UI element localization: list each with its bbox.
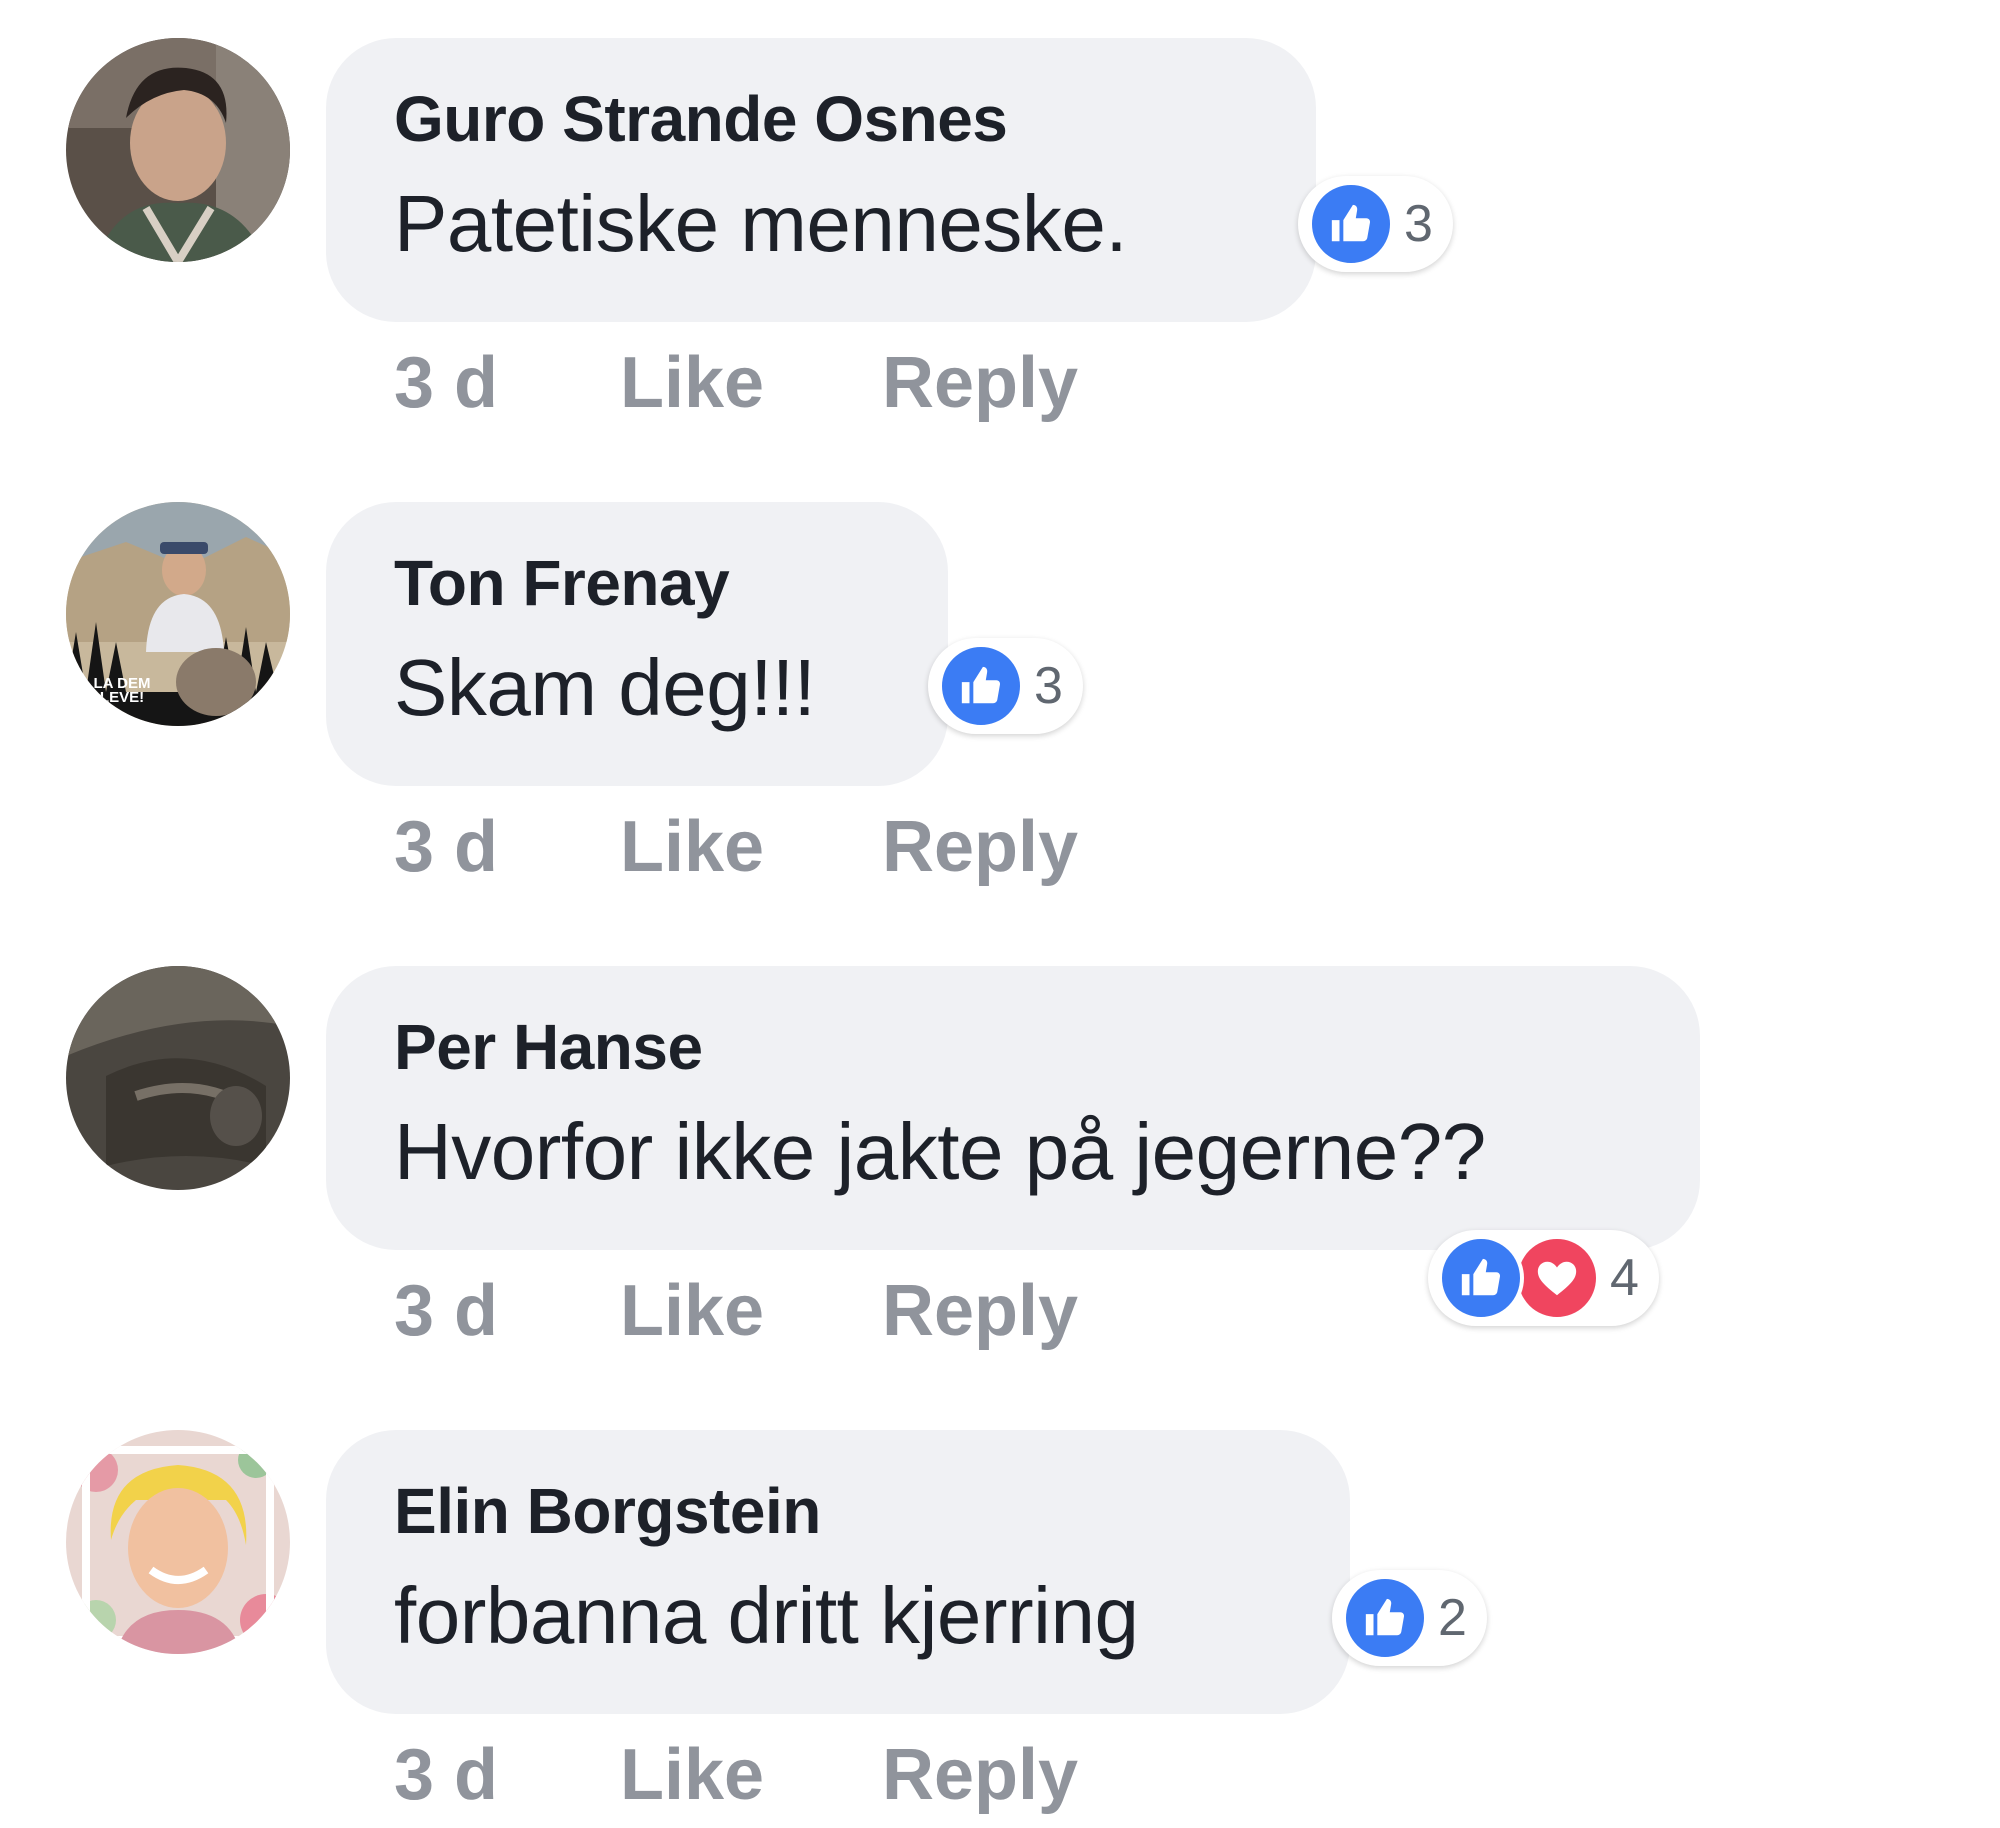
reply-button[interactable]: Reply — [882, 1270, 1078, 1352]
reaction-count: 2 — [1438, 1589, 1467, 1647]
avatar[interactable] — [66, 966, 290, 1190]
svg-text:LEVE!: LEVE! — [100, 689, 144, 706]
like-icon — [938, 643, 1024, 729]
like-icon — [1308, 181, 1394, 267]
avatar[interactable]: LA DEM LEVE! — [66, 502, 290, 726]
comment-timestamp[interactable]: 3 d — [394, 1734, 498, 1816]
comment-text: Hvorfor ikke jakte på jegerne?? — [394, 1107, 1486, 1196]
avatar-photo — [66, 38, 290, 262]
reaction-summary[interactable]: 3 — [928, 638, 1083, 734]
comment-bubble: Per Hanse Hvorfor ikke jakte på jegerne?… — [326, 966, 1700, 1250]
comment-text: Patetiske menneske. — [394, 179, 1128, 268]
like-button[interactable]: Like — [620, 1270, 764, 1352]
reply-button[interactable]: Reply — [882, 806, 1078, 888]
heart-icon — [1514, 1235, 1600, 1321]
like-button[interactable]: Like — [620, 806, 764, 888]
avatar-photo: LA DEM LEVE! — [66, 502, 290, 726]
comment-author[interactable]: Elin Borgstein — [394, 1474, 821, 1548]
like-icon — [1438, 1235, 1524, 1321]
reply-button[interactable]: Reply — [882, 342, 1078, 424]
avatar-photo — [66, 1430, 290, 1654]
comment-text: forbanna dritt kjerring — [394, 1571, 1139, 1660]
reaction-summary[interactable]: 2 — [1332, 1570, 1487, 1666]
avatar[interactable] — [66, 38, 290, 262]
reply-button[interactable]: Reply — [882, 1734, 1078, 1816]
comment-author[interactable]: Guro Strande Osnes — [394, 82, 1008, 156]
comment-bubble: Guro Strande Osnes Patetiske menneske. — [326, 38, 1316, 322]
reaction-count: 3 — [1404, 195, 1433, 253]
reaction-count: 3 — [1034, 657, 1063, 715]
reaction-summary[interactable]: 3 — [1298, 176, 1453, 272]
avatar-photo — [66, 966, 290, 1190]
avatar[interactable] — [66, 1430, 290, 1654]
reaction-summary[interactable]: 4 — [1428, 1230, 1659, 1326]
comment-author[interactable]: Ton Frenay — [394, 546, 730, 620]
comment-timestamp[interactable]: 3 d — [394, 1270, 498, 1352]
comment-bubble: Elin Borgstein forbanna dritt kjerring — [326, 1430, 1350, 1714]
reaction-count: 4 — [1610, 1249, 1639, 1307]
comment-bubble: Ton Frenay Skam deg!!! — [326, 502, 948, 786]
like-button[interactable]: Like — [620, 342, 764, 424]
like-button[interactable]: Like — [620, 1734, 764, 1816]
comment-author[interactable]: Per Hanse — [394, 1010, 703, 1084]
comment-text: Skam deg!!! — [394, 643, 816, 732]
comment-timestamp[interactable]: 3 d — [394, 342, 498, 424]
like-icon — [1342, 1575, 1428, 1661]
comment-timestamp[interactable]: 3 d — [394, 806, 498, 888]
